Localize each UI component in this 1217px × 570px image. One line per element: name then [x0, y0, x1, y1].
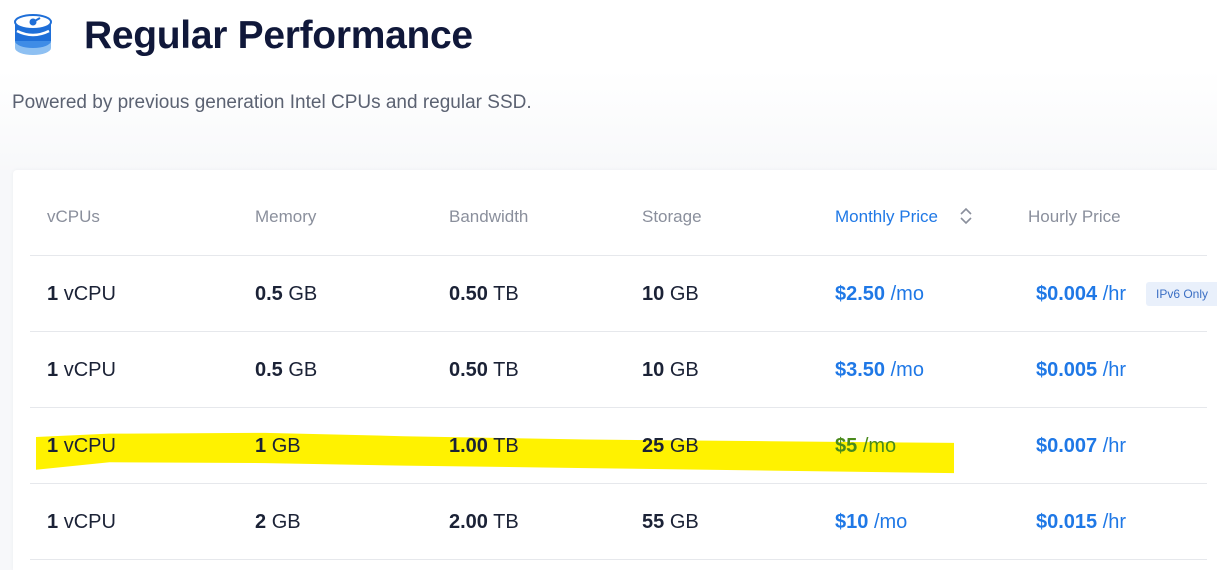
cell-monthly-price: $3.50 /mo	[835, 359, 924, 381]
cell-storage: 25 GB	[642, 435, 699, 457]
cell-storage: 55 GB	[642, 511, 699, 533]
column-header-storage[interactable]: Storage	[642, 207, 702, 227]
cell-bandwidth: 0.50 TB	[449, 359, 519, 381]
cell-vcpus: 1 vCPU	[47, 511, 116, 533]
cell-hourly-price: $0.005 /hr	[1036, 359, 1127, 381]
cell-bandwidth: 2.00 TB	[449, 511, 519, 533]
cell-monthly-price: $10 /mo	[835, 511, 908, 533]
ipv6-only-badge: IPv6 Only	[1146, 282, 1217, 306]
column-header-vcpus[interactable]: vCPUs	[47, 207, 100, 227]
row-divider	[30, 407, 1207, 408]
cell-vcpus: 1 vCPU	[47, 359, 116, 381]
cell-storage: 10 GB	[642, 283, 699, 305]
cell-bandwidth: 0.50 TB	[449, 283, 519, 305]
cell-storage: 10 GB	[642, 359, 699, 381]
cell-hourly-price: $0.004 /hr	[1036, 283, 1127, 305]
cell-monthly-price: $5 /mo	[835, 435, 897, 457]
server-disk-icon	[14, 14, 52, 55]
column-header-bandwidth[interactable]: Bandwidth	[449, 207, 528, 227]
page-title: Regular Performance	[84, 14, 473, 57]
column-header-hourly-price[interactable]: Hourly Price	[1028, 207, 1121, 227]
cell-monthly-price: $2.50 /mo	[835, 283, 924, 305]
cell-hourly-price: $0.015 /hr	[1036, 511, 1127, 533]
row-divider	[30, 331, 1207, 332]
row-divider	[30, 255, 1207, 256]
column-header-monthly-price[interactable]: Monthly Price	[835, 207, 938, 227]
row-divider	[30, 483, 1207, 484]
cell-memory: 2 GB	[255, 511, 301, 533]
row-divider	[30, 559, 1207, 560]
sort-chevrons-icon[interactable]	[959, 206, 973, 226]
cell-hourly-price: $0.007 /hr	[1036, 435, 1127, 457]
cell-memory: 0.5 GB	[255, 359, 318, 381]
cell-memory: 0.5 GB	[255, 283, 318, 305]
column-header-memory[interactable]: Memory	[255, 207, 316, 227]
cell-vcpus: 1 vCPU	[47, 435, 116, 457]
cell-bandwidth: 1.00 TB	[449, 435, 519, 457]
cell-memory: 1 GB	[255, 435, 301, 457]
page-subtitle: Powered by previous generation Intel CPU…	[12, 92, 532, 113]
cell-vcpus: 1 vCPU	[47, 283, 116, 305]
